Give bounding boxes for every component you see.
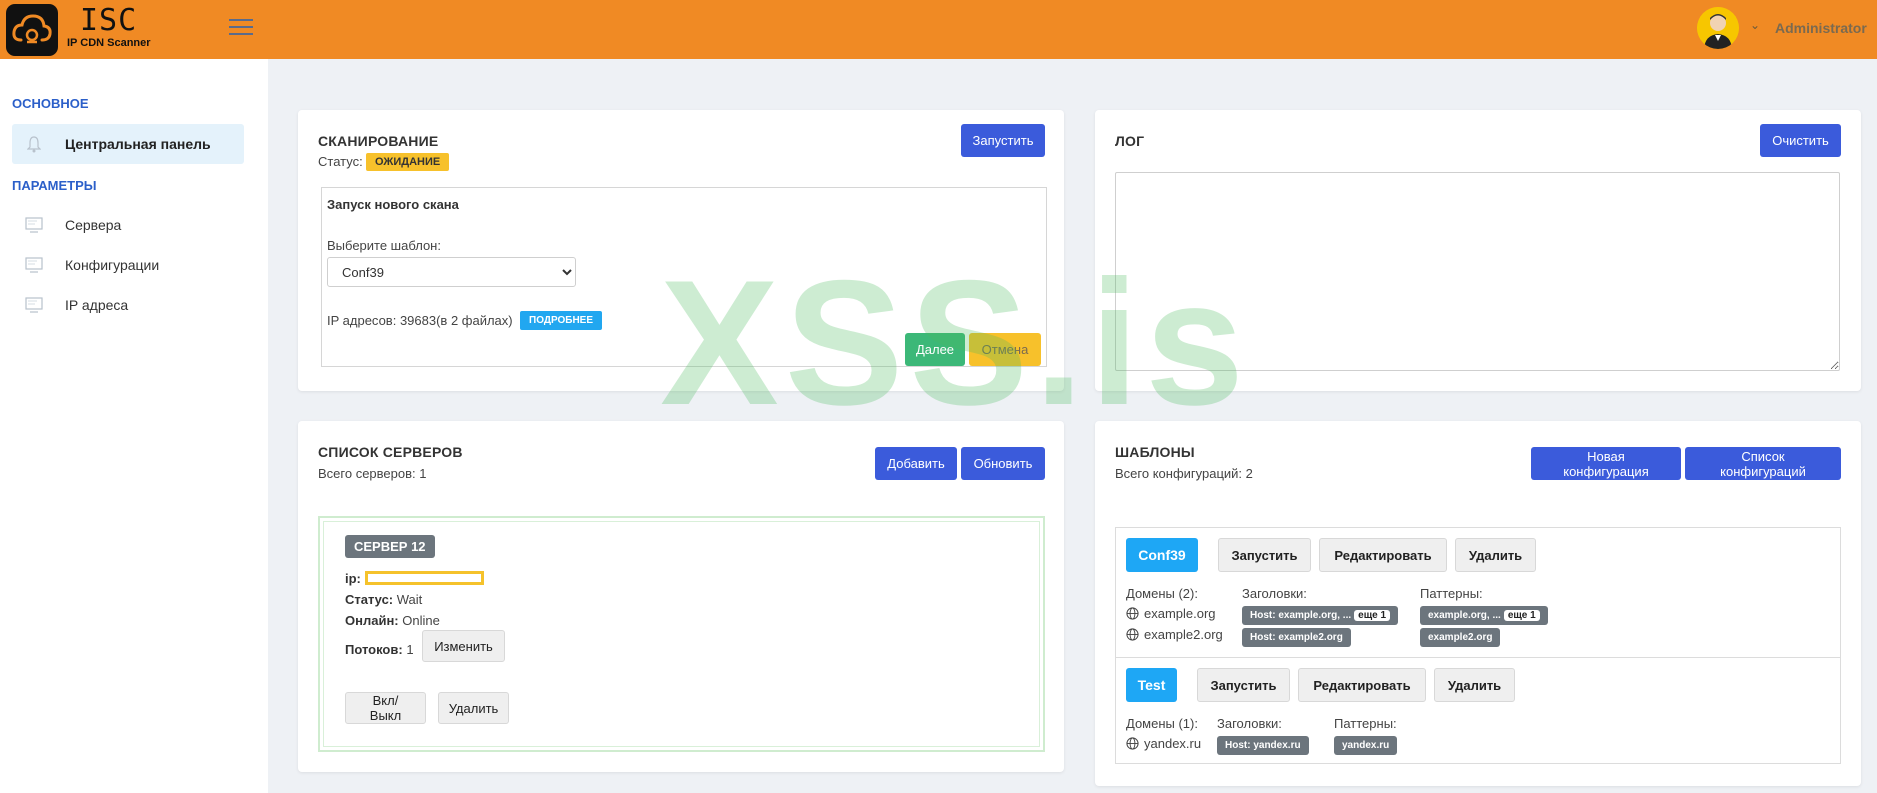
sidebar-item-label: IP адреса — [65, 297, 129, 313]
new-scan-panel: Запуск нового скана Выберите шаблон: Con… — [321, 187, 1047, 367]
template-domain: example.org — [1126, 606, 1216, 621]
cloud-logo-icon — [12, 14, 52, 44]
templates-card: ШАБЛОНЫ Всего конфигураций: 2 Новая конф… — [1095, 421, 1861, 786]
template-delete-button[interactable]: Удалить — [1455, 538, 1536, 572]
app-title: ISC — [80, 3, 138, 38]
sidebar-section-main: ОСНОВНОЕ — [12, 96, 89, 111]
servers-card: СПИСОК СЕРВЕРОВ Всего серверов: 1 Добави… — [298, 421, 1064, 772]
server-delete-button[interactable]: Удалить — [438, 692, 509, 724]
server-threads-row: Потоков: 1 — [345, 642, 414, 657]
templates-total: Всего конфигураций: 2 — [1115, 466, 1253, 481]
sidebar-item-dashboard[interactable]: Центральная панель — [12, 124, 244, 164]
template-edit-button[interactable]: Редактировать — [1319, 538, 1447, 572]
user-avatar[interactable] — [1697, 7, 1739, 49]
template-domain: example2.org — [1126, 627, 1223, 642]
template-select[interactable]: Conf39 — [327, 257, 576, 287]
template-pattern-badge: example.org, ... еще 1 — [1420, 606, 1548, 625]
server-status-row: Статус: Wait — [345, 592, 423, 607]
monitor-icon — [24, 215, 44, 235]
template-run-button[interactable]: Запустить — [1218, 538, 1311, 572]
sidebar-item-label: Конфигурации — [65, 257, 160, 273]
sidebar: ОСНОВНОЕ Центральная панель ПАРАМЕТРЫ Се… — [0, 59, 268, 793]
server-name-badge: СЕРВЕР 12 — [345, 535, 435, 558]
ip-count-info: IP адресов: 39683(в 2 файлах) — [327, 313, 513, 328]
template-headers-label: Заголовки: — [1217, 716, 1282, 731]
chevron-down-icon[interactable]: ⌄ — [1750, 18, 1760, 32]
user-avatar-icon — [1697, 7, 1739, 49]
user-name[interactable]: Administrator — [1775, 20, 1867, 36]
server-ip-label: ip: — [345, 571, 361, 586]
scan-start-button[interactable]: Запустить — [961, 124, 1045, 157]
template-domains-label: Домены (1): — [1126, 716, 1198, 731]
template-header-badge: Host: yandex.ru — [1217, 736, 1309, 755]
top-header: ISC IP CDN Scanner ⌄ Administrator — [0, 0, 1877, 59]
template-header-badge: Host: example2.org — [1242, 628, 1351, 647]
topbar: ⌄ Administrator — [268, 0, 1877, 59]
globe-icon — [1126, 607, 1139, 620]
logo[interactable] — [6, 4, 58, 56]
refresh-servers-button[interactable]: Обновить — [961, 447, 1045, 480]
sidebar-item-configs[interactable]: Конфигурации — [12, 245, 244, 285]
templates-title: ШАБЛОНЫ — [1115, 444, 1195, 460]
new-scan-title: Запуск нового скана — [327, 197, 459, 212]
template-header-badge: Host: example.org, ... еще 1 — [1242, 606, 1399, 625]
scan-cancel-button[interactable]: Отмена — [969, 333, 1041, 366]
sidebar-item-label: Центральная панель — [65, 136, 211, 152]
template-select-label: Выберите шаблон: — [327, 238, 441, 253]
details-badge[interactable]: ПОДРОБНЕЕ — [520, 311, 603, 330]
log-output[interactable] — [1115, 172, 1840, 371]
servers-total: Всего серверов: 1 — [318, 466, 427, 481]
sidebar-section-params: ПАРАМЕТРЫ — [12, 178, 97, 193]
menu-toggle-icon[interactable] — [229, 19, 253, 39]
sidebar-item-ip-addresses[interactable]: IP адреса — [12, 285, 244, 325]
sidebar-item-label: Сервера — [65, 217, 122, 233]
scan-status-label: Статус: — [318, 154, 363, 169]
template-domains-label: Домены (2): — [1126, 586, 1198, 601]
globe-icon — [1126, 628, 1139, 641]
template-pattern-badge: example2.org — [1420, 628, 1501, 647]
monitor-icon — [24, 295, 44, 315]
template-run-button[interactable]: Запустить — [1197, 668, 1290, 702]
add-server-button[interactable]: Добавить — [875, 447, 957, 480]
globe-icon — [1126, 737, 1139, 750]
server-ip-value — [365, 571, 484, 585]
sidebar-item-servers[interactable]: Сервера — [12, 205, 244, 245]
log-card: ЛОГ Очистить — [1095, 110, 1861, 391]
log-title: ЛОГ — [1115, 133, 1145, 149]
template-item: Test Запустить Редактировать Удалить Дом… — [1116, 658, 1840, 763]
template-patterns-label: Паттерны: — [1334, 716, 1397, 731]
bell-icon — [24, 134, 44, 154]
scan-status-badge: ОЖИДАНИЕ — [366, 153, 450, 171]
template-name-button[interactable]: Test — [1126, 668, 1177, 702]
server-item: СЕРВЕР 12 ip: Статус: Wait Онлайн: Onlin… — [318, 516, 1045, 752]
scan-card: СКАНИРОВАНИЕ Статус: ОЖИДАНИЕ Запустить … — [298, 110, 1064, 391]
template-delete-button[interactable]: Удалить — [1434, 668, 1515, 702]
server-edit-button[interactable]: Изменить — [422, 630, 505, 662]
template-item: Conf39 Запустить Редактировать Удалить Д… — [1116, 528, 1840, 658]
template-edit-button[interactable]: Редактировать — [1298, 668, 1426, 702]
template-pattern-badge: yandex.ru — [1334, 736, 1398, 755]
template-headers-label: Заголовки: — [1242, 586, 1307, 601]
templates-list: Conf39 Запустить Редактировать Удалить Д… — [1115, 527, 1841, 764]
server-online-row: Онлайн: Online — [345, 613, 440, 628]
template-patterns-label: Паттерны: — [1420, 586, 1483, 601]
config-list-button[interactable]: Список конфигураций — [1685, 447, 1841, 480]
template-name-button[interactable]: Conf39 — [1126, 538, 1198, 572]
servers-title: СПИСОК СЕРВЕРОВ — [318, 444, 463, 460]
scan-title: СКАНИРОВАНИЕ — [318, 133, 439, 149]
template-domain: yandex.ru — [1126, 736, 1201, 751]
new-config-button[interactable]: Новая конфигурация — [1531, 447, 1681, 480]
log-clear-button[interactable]: Очистить — [1760, 124, 1841, 157]
scan-next-button[interactable]: Далее — [905, 333, 965, 366]
server-toggle-button[interactable]: Вкл/Выкл — [345, 692, 426, 724]
brand: ISC IP CDN Scanner — [0, 0, 268, 59]
monitor-icon — [24, 255, 44, 275]
app-subtitle: IP CDN Scanner — [67, 37, 151, 49]
